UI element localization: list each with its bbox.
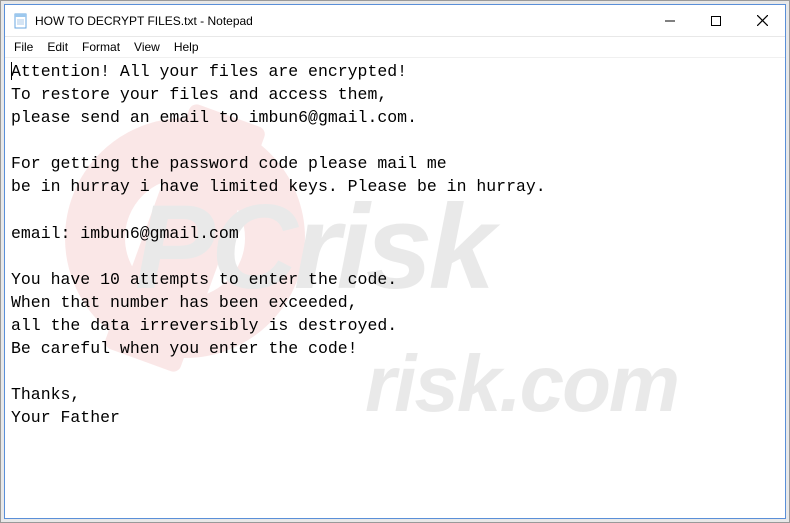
- maximize-icon: [711, 16, 721, 26]
- menu-file[interactable]: File: [7, 38, 40, 56]
- window-controls: [647, 5, 785, 36]
- menu-edit[interactable]: Edit: [40, 38, 75, 56]
- minimize-icon: [665, 16, 675, 26]
- menu-view[interactable]: View: [127, 38, 167, 56]
- text-caret: [11, 62, 12, 80]
- menu-help[interactable]: Help: [167, 38, 206, 56]
- minimize-button[interactable]: [647, 5, 693, 36]
- menu-format[interactable]: Format: [75, 38, 127, 56]
- notepad-window: HOW TO DECRYPT FILES.txt - Notepad: [4, 4, 786, 519]
- window-title: HOW TO DECRYPT FILES.txt - Notepad: [35, 14, 647, 28]
- text-editor[interactable]: Attention! All your files are encrypted!…: [5, 58, 785, 518]
- editor-area: PCrisk risk.com Attention! All your file…: [5, 58, 785, 518]
- maximize-button[interactable]: [693, 5, 739, 36]
- close-icon: [757, 15, 768, 26]
- close-button[interactable]: [739, 5, 785, 36]
- titlebar[interactable]: HOW TO DECRYPT FILES.txt - Notepad: [5, 5, 785, 37]
- notepad-icon: [13, 13, 29, 29]
- menubar: File Edit Format View Help: [5, 37, 785, 58]
